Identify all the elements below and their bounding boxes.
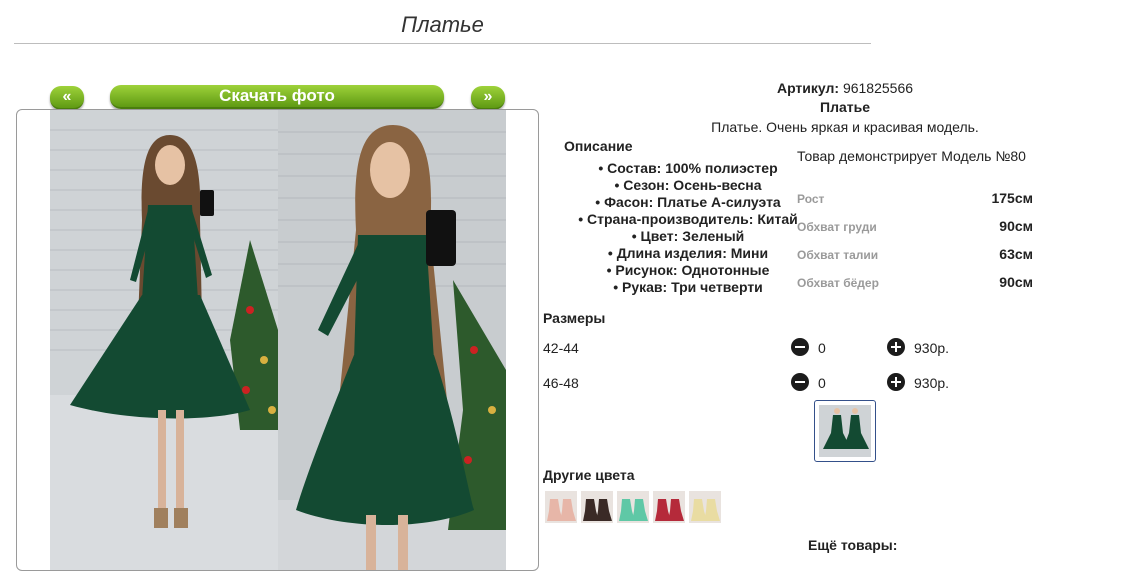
measurement-row: Обхват талии 63см [797,246,1033,266]
color-variant-swatch[interactable] [545,491,577,523]
product-thumbnail[interactable] [814,400,876,462]
description-title: Описание [564,138,633,154]
other-colors-title: Другие цвета [543,467,635,483]
product-name: Платье [820,99,870,115]
product-photo-frame [16,109,539,571]
size-name: 46-48 [543,375,579,391]
measurement-value: 63см [999,246,1033,262]
more-products-title: Ещё товары: [808,537,898,553]
size-row: 42-44 0 930р. [543,337,963,359]
price-value: 930р. [914,340,950,356]
article-label: Артикул: [776,80,840,96]
description-list: Состав: 100% полиэстер Сезон: Осень-весн… [570,160,806,296]
product-photo-left[interactable] [50,110,278,570]
quantity-value: 0 [818,375,826,391]
measurement-value: 90см [999,218,1033,234]
thumbnail-image [819,405,871,457]
model-title: Товар демонстрирует Модель №80 [797,148,1026,164]
measurement-label: Обхват груди [797,220,877,234]
plus-icon[interactable] [887,338,905,356]
color-variant-swatch[interactable] [689,491,721,523]
size-name: 42-44 [543,340,579,356]
description-item: Рукав: Три четверти [570,279,806,296]
measurement-row: Обхват груди 90см [797,218,1033,238]
measurement-label: Обхват талии [797,248,879,262]
color-variant-swatch[interactable] [581,491,613,523]
description-item: Цвет: Зеленый [570,228,806,245]
measurement-value: 90см [999,274,1033,290]
plus-icon[interactable] [887,373,905,391]
measurement-label: Обхват бёдер [797,276,879,290]
description-item: Рисунок: Однотонные [570,262,806,279]
measurement-row: Обхват бёдер 90см [797,274,1033,294]
minus-icon[interactable] [791,338,809,356]
description-item: Фасон: Платье А-силуэта [570,194,806,211]
color-variant-swatch[interactable] [617,491,649,523]
price-value: 930р. [914,375,950,391]
download-photo-button[interactable]: Скачать фото [110,85,444,109]
article-line: Артикул: 961825566 [540,80,1126,96]
color-variant-swatch[interactable] [653,491,685,523]
measurement-label: Рост [797,192,825,206]
description-item: Состав: 100% полиэстер [570,160,806,177]
measurement-row: Рост 175см [797,190,1033,210]
size-row: 46-48 0 930р. [543,372,963,394]
page-title: Платье [401,12,484,37]
description-item: Сезон: Осень-весна [570,177,806,194]
article-number: 961825566 [842,80,914,96]
measurement-value: 175см [991,190,1033,206]
sizes-title: Размеры [543,310,606,326]
description-item: Страна-производитель: Китай [570,211,806,228]
description-item: Длина изделия: Мини [570,245,806,262]
quantity-value: 0 [818,340,826,356]
title-divider [14,43,871,44]
next-photo-button[interactable]: » [471,86,505,110]
product-photo-right[interactable] [278,110,506,570]
minus-icon[interactable] [791,373,809,391]
prev-photo-button[interactable]: « [50,86,84,110]
product-short-description: Платье. Очень яркая и красивая модель. [711,119,979,135]
